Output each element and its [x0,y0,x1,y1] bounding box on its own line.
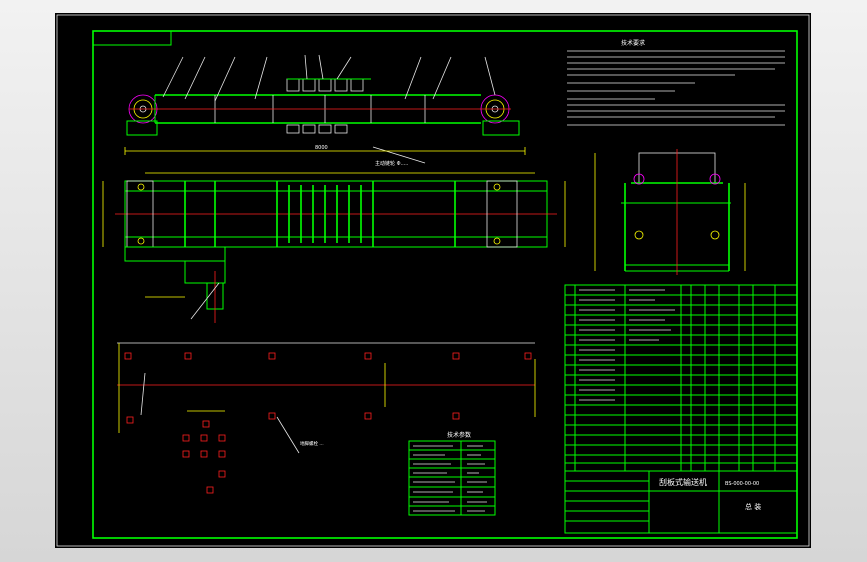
chain-note: 主动链轮 Φ..... [375,160,409,167]
plan-view [102,172,566,323]
desktop-background: 8000 主动链轮 Φ..... 技术要求 刮板式输送机 BS-000-00-0… [0,0,867,562]
drawing-number: BS-000-00-00 [725,481,759,487]
dimension-label-overall: 8000 [315,145,328,151]
foundation-plan: 地脚螺栓 ... [117,342,536,494]
parts-list [564,284,798,472]
sheet-label: 总 装 [745,502,761,511]
drawing-svg: 8000 主动链轮 Φ..... 技术要求 刮板式输送机 BS-000-00-0… [56,14,810,547]
cad-drawing-sheet: 8000 主动链轮 Φ..... 技术要求 刮板式输送机 BS-000-00-0… [55,13,811,548]
notes-title: 技术要求 [621,39,645,47]
drawing-title: 刮板式输送机 [659,477,707,487]
title-block: 刮板式输送机 BS-000-00-00 总 装 [564,470,798,534]
section-view [594,149,746,275]
params-title: 技术参数 [447,431,471,439]
drawing-number-box [92,30,172,46]
parameters-table: 技术参数 [408,431,496,516]
elevation-view: 8000 主动链轮 Φ..... [124,54,526,167]
foundation-note: 地脚螺栓 ... [300,440,324,447]
technical-requirements: 技术要求 [567,39,785,126]
